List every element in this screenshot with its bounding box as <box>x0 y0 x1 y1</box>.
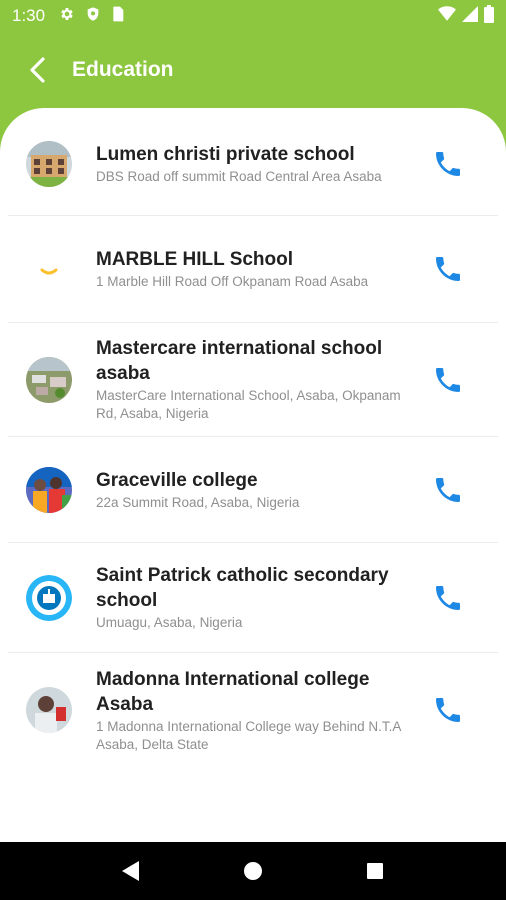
status-bar: 1:30 <box>0 0 506 32</box>
call-button[interactable] <box>428 470 468 510</box>
call-button[interactable] <box>428 249 468 289</box>
battery-icon <box>484 4 494 28</box>
school-list: Lumen christi private school DBS Road of… <box>0 108 506 767</box>
aerial-campus-photo <box>26 356 72 403</box>
phone-icon <box>436 257 460 281</box>
back-triangle-icon <box>122 861 139 881</box>
school-name: Madonna International college Asaba <box>96 668 370 715</box>
home-circle-icon <box>244 862 262 880</box>
page-title: Education <box>72 58 174 81</box>
screen: 1:30 Education Lumen christi private sch… <box>0 0 506 900</box>
phone-icon <box>436 698 460 722</box>
school-crest-logo <box>26 574 72 621</box>
status-icons-left <box>59 6 125 27</box>
list-item-text: Saint Patrick catholic secondary school … <box>96 563 401 632</box>
list-item[interactable]: MARBLE HILL School 1 Marble Hill Road Of… <box>8 216 498 323</box>
list-item[interactable]: Lumen christi private school DBS Road of… <box>8 112 498 216</box>
list-item[interactable]: Madonna International college Asaba 1 Ma… <box>8 653 498 767</box>
nav-home-button[interactable] <box>229 847 277 895</box>
school-address: 1 Marble Hill Road Off Okpanam Road Asab… <box>96 274 369 289</box>
school-name: Saint Patrick catholic secondary school <box>96 565 389 611</box>
list-item-text: Graceville college 22a Summit Road, Asab… <box>96 468 401 512</box>
signal-icon <box>462 5 478 27</box>
phone-icon <box>436 585 460 610</box>
call-button[interactable] <box>428 360 468 400</box>
school-name: Lumen christi private school <box>96 143 355 165</box>
school-address: Umuagu, Asaba, Nigeria <box>96 615 243 630</box>
call-button[interactable] <box>428 144 468 184</box>
call-button[interactable] <box>428 578 468 618</box>
school-address: MasterCare International School, Asaba, … <box>96 388 401 421</box>
sim-card-icon <box>111 6 125 27</box>
marble-hill-logo <box>26 246 72 292</box>
gear-icon <box>59 6 75 27</box>
phone-icon <box>436 151 460 176</box>
app-bar: Education <box>0 32 506 108</box>
call-button[interactable] <box>428 690 468 730</box>
list-item-text: Madonna International college Asaba 1 Ma… <box>96 667 401 754</box>
school-address: 1 Madonna International College way Behi… <box>96 718 401 752</box>
recents-square-icon <box>367 863 383 879</box>
nav-back-button[interactable] <box>107 847 155 895</box>
list-item-text: MARBLE HILL School 1 Marble Hill Road Of… <box>96 247 401 291</box>
status-time: 1:30 <box>12 6 46 25</box>
list-item[interactable]: Saint Patrick catholic secondary school … <box>8 543 498 653</box>
school-name: Mastercare international school asaba <box>96 338 383 384</box>
list-item-text: Mastercare international school asaba Ma… <box>96 336 401 423</box>
list-item[interactable]: Graceville college 22a Summit Road, Asab… <box>8 437 498 543</box>
status-icons-right <box>438 4 494 28</box>
school-name: MARBLE HILL School <box>96 249 294 270</box>
school-address: DBS Road off summit Road Central Area As… <box>96 168 382 184</box>
list-item[interactable]: Mastercare international school asaba Ma… <box>8 323 498 437</box>
students-photo <box>26 466 72 513</box>
list-item-text: Lumen christi private school DBS Road of… <box>96 142 401 186</box>
shield-icon <box>85 6 101 27</box>
back-button[interactable] <box>10 42 66 98</box>
person-photo <box>26 687 72 733</box>
school-list-panel: Lumen christi private school DBS Road of… <box>0 108 506 842</box>
school-name: Graceville college <box>96 469 258 491</box>
phone-icon <box>436 477 460 502</box>
chevron-left-icon <box>30 57 45 83</box>
school-address: 22a Summit Road, Asaba, Nigeria <box>96 494 300 510</box>
wifi-icon <box>438 5 456 27</box>
nav-recents-button[interactable] <box>351 847 399 895</box>
school-building-photo <box>26 140 72 187</box>
system-nav-bar <box>0 842 506 900</box>
phone-icon <box>436 367 460 392</box>
